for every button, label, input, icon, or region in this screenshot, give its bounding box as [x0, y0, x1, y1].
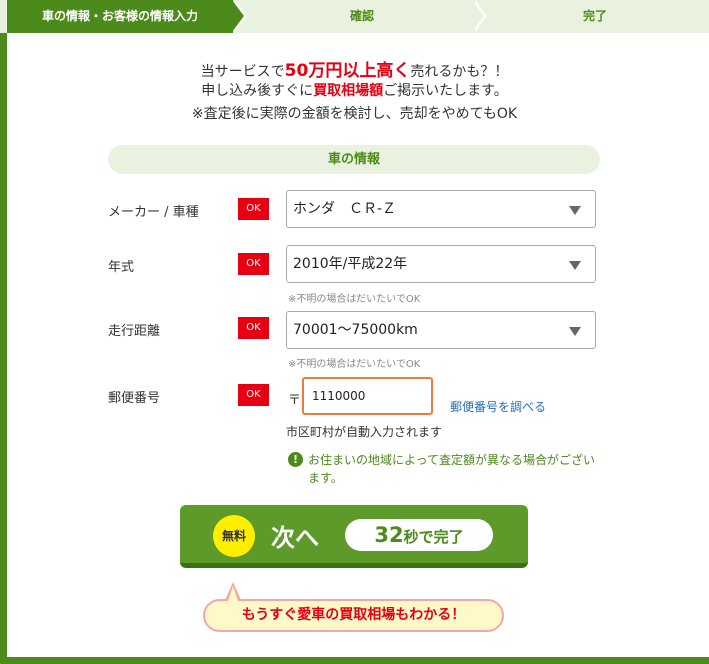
- autofill-note: 市区町村が自動入力されます: [286, 425, 443, 439]
- bubble-tail-inner: [228, 586, 238, 601]
- intro-text: 当サービスで: [200, 64, 285, 80]
- intro-text: ご掲示いたします。: [383, 83, 508, 99]
- postal-label: 郵便番号: [108, 391, 161, 406]
- market-price-bubble: もうすぐ愛車の買取相場もわかる！: [203, 599, 504, 632]
- frame-bottom-border: [0, 657, 709, 664]
- chevron-down-icon: [569, 206, 581, 215]
- region-info-note: ! お住まいの地域によって査定額が異なる場合がございます。: [288, 451, 600, 487]
- postal-mark-icon: 〒: [288, 393, 302, 408]
- free-badge: 無料: [213, 515, 255, 557]
- intro-text: 売れるかも？！: [410, 64, 509, 80]
- year-note: ※不明の場合はだいたいでOK: [288, 294, 421, 305]
- postal-code-input[interactable]: 1110000: [302, 377, 433, 415]
- year-select-value: 2010年/平成22年: [293, 256, 408, 272]
- year-label: 年式: [108, 260, 135, 275]
- mileage-label: 走行距離: [108, 324, 161, 339]
- maker-select[interactable]: ホンダ ＣＲ-Ｚ: [286, 190, 596, 228]
- intro-text: 申し込み後すぐに: [201, 83, 314, 99]
- step-separator-inner: [472, 0, 484, 32]
- intro-highlight: 買取相場額: [313, 83, 384, 99]
- chevron-down-icon: [569, 327, 581, 336]
- region-info-text: お住まいの地域によって査定額が異なる場合がございます。: [308, 453, 596, 485]
- mileage-ok-badge: OK: [238, 317, 269, 339]
- maker-ok-badge: OK: [238, 198, 269, 220]
- intro-highlight: 50万円以上高く: [284, 61, 411, 81]
- mileage-select[interactable]: 70001～75000km: [286, 311, 596, 349]
- intro-line-1: 当サービスで50万円以上高く売れるかも？！: [0, 56, 709, 81]
- maker-label: メーカー / 車種: [108, 205, 199, 220]
- step-current: 車の情報・お客様の情報入力: [7, 0, 233, 33]
- intro-line-3: ※査定後に実際の金額を検討し、売却をやめてもOK: [191, 106, 518, 122]
- postal-lookup-link[interactable]: 郵便番号を調べる: [450, 398, 546, 415]
- section-title: 車の情報: [108, 145, 600, 174]
- step-progress-bar: 車の情報・お客様の情報入力 確認 完了: [0, 0, 709, 33]
- time-number: 32: [374, 523, 404, 547]
- maker-select-value: ホンダ ＣＲ-Ｚ: [293, 201, 397, 217]
- time-text: 秒で完了: [403, 528, 464, 546]
- mileage-note: ※不明の場合はだいたいでOK: [288, 359, 421, 370]
- step-complete: 完了: [582, 9, 607, 23]
- next-button[interactable]: 無料 次へ 32秒で完了: [180, 505, 528, 568]
- intro-line-2: 申し込み後すぐに買取相場額ご掲示いたします。: [0, 80, 709, 100]
- postal-ok-badge: OK: [238, 384, 269, 406]
- exclamation-icon: !: [288, 452, 303, 467]
- step-arrow: [232, 0, 244, 32]
- step-confirm: 確認: [349, 9, 374, 23]
- year-ok-badge: OK: [238, 253, 269, 275]
- time-to-complete-pill: 32秒で完了: [345, 519, 493, 551]
- chevron-down-icon: [569, 261, 581, 270]
- mileage-select-value: 70001～75000km: [293, 322, 418, 338]
- year-select[interactable]: 2010年/平成22年: [286, 245, 596, 283]
- next-button-label: 次へ: [271, 524, 319, 552]
- postal-code-value: 1110000: [312, 389, 366, 403]
